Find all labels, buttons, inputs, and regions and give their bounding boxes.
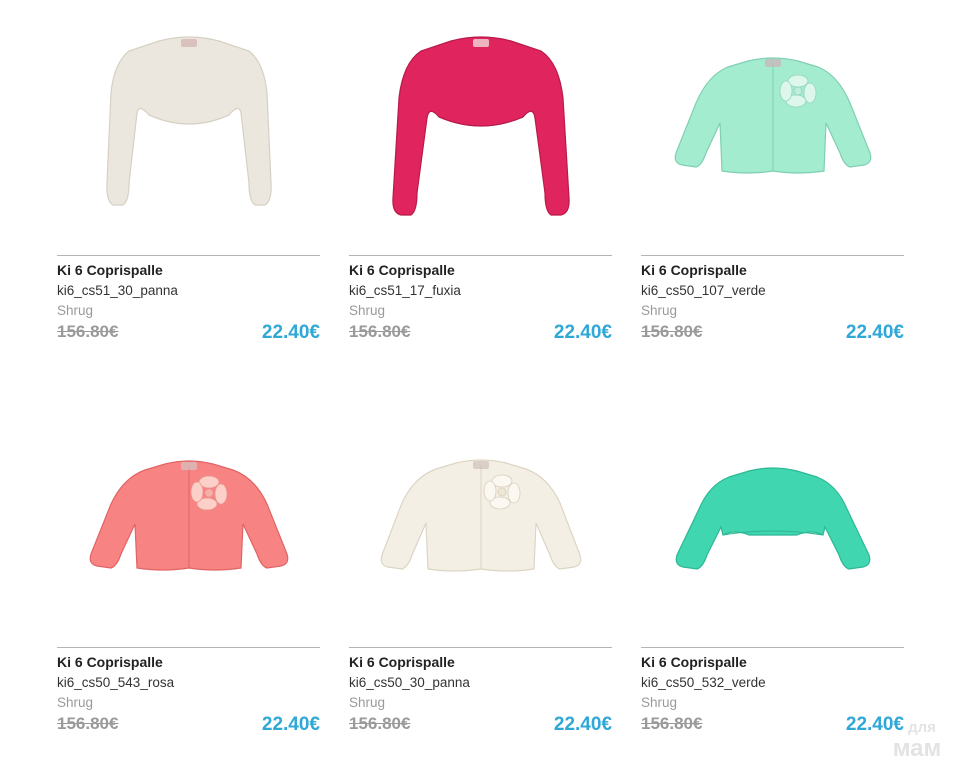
- shrug-garment-icon: [105, 35, 272, 206]
- product-brand[interactable]: Ki 6 Coprispalle: [641, 262, 747, 278]
- sale-price: 22.40€: [261, 714, 320, 735]
- product-sku: ki6_cs51_17_fuxia: [349, 283, 461, 298]
- product-brand[interactable]: Ki 6 Coprispalle: [57, 262, 163, 278]
- product-image[interactable]: [57, 392, 320, 647]
- card-divider: [349, 255, 612, 256]
- product-grid: Ki 6 Coprispalle ki6_cs51_30_panna Shrug…: [57, 0, 905, 784]
- cardigan-garment-icon: [675, 466, 870, 570]
- product-sku: ki6_cs51_30_panna: [57, 283, 178, 298]
- sale-price: 22.40€: [553, 322, 612, 343]
- product-brand[interactable]: Ki 6 Coprispalle: [641, 654, 747, 670]
- sale-price: 22.40€: [261, 322, 320, 343]
- shrug-garment-icon: [391, 35, 570, 216]
- garment-shape: [105, 35, 272, 206]
- old-price: 156.80€: [349, 322, 411, 341]
- product-card[interactable]: Ki 6 Coprispalle ki6_cs51_30_panna Shrug…: [57, 0, 320, 392]
- product-image[interactable]: [349, 392, 612, 647]
- old-price: 156.80€: [57, 714, 119, 733]
- product-category: Shrug: [349, 303, 386, 318]
- product-image[interactable]: [641, 0, 904, 255]
- product-image[interactable]: [57, 0, 320, 255]
- watermark-logo-icon: для мам: [893, 719, 942, 760]
- card-divider: [57, 647, 320, 648]
- product-image[interactable]: [349, 0, 612, 255]
- product-brand[interactable]: Ki 6 Coprispalle: [349, 262, 455, 278]
- cardigan-garment-icon: [89, 459, 288, 571]
- sale-price: 22.40€: [553, 714, 612, 735]
- product-category: Shrug: [641, 303, 678, 318]
- product-category: Shrug: [641, 695, 678, 710]
- card-divider: [641, 255, 904, 256]
- product-card[interactable]: Ki 6 Coprispalle ki6_cs51_17_fuxia Shrug…: [349, 0, 612, 392]
- product-category: Shrug: [57, 695, 94, 710]
- product-sku: ki6_cs50_107_verde: [641, 283, 766, 298]
- old-price: 156.80€: [641, 714, 703, 733]
- product-sku: ki6_cs50_532_verde: [641, 675, 766, 690]
- product-category: Shrug: [349, 695, 386, 710]
- cardigan-garment-icon: [380, 458, 581, 572]
- product-image[interactable]: [641, 392, 904, 647]
- garment-shape: [675, 466, 870, 570]
- product-brand[interactable]: Ki 6 Coprispalle: [349, 654, 455, 670]
- product-card[interactable]: Ki 6 Coprispalle ki6_cs50_30_panna Shrug…: [349, 392, 612, 784]
- cardigan-garment-icon: [674, 56, 871, 174]
- product-card[interactable]: Ki 6 Coprispalle ki6_cs50_532_verde Shru…: [641, 392, 904, 784]
- product-sku: ki6_cs50_30_panna: [349, 675, 470, 690]
- old-price: 156.80€: [641, 322, 703, 341]
- product-sku: ki6_cs50_543_rosa: [57, 675, 175, 690]
- old-price: 156.80€: [349, 714, 411, 733]
- product-card[interactable]: Ki 6 Coprispalle ki6_cs50_107_verde Shru…: [641, 0, 904, 392]
- product-brand[interactable]: Ki 6 Coprispalle: [57, 654, 163, 670]
- card-divider: [57, 255, 320, 256]
- product-category: Shrug: [57, 303, 94, 318]
- watermark-top: для: [908, 719, 936, 736]
- card-divider: [641, 647, 904, 648]
- product-card[interactable]: Ki 6 Coprispalle ki6_cs50_543_rosa Shrug…: [57, 392, 320, 784]
- old-price: 156.80€: [57, 322, 119, 341]
- watermark-bottom: мам: [893, 735, 942, 760]
- card-divider: [349, 647, 612, 648]
- sale-price: 22.40€: [845, 322, 904, 343]
